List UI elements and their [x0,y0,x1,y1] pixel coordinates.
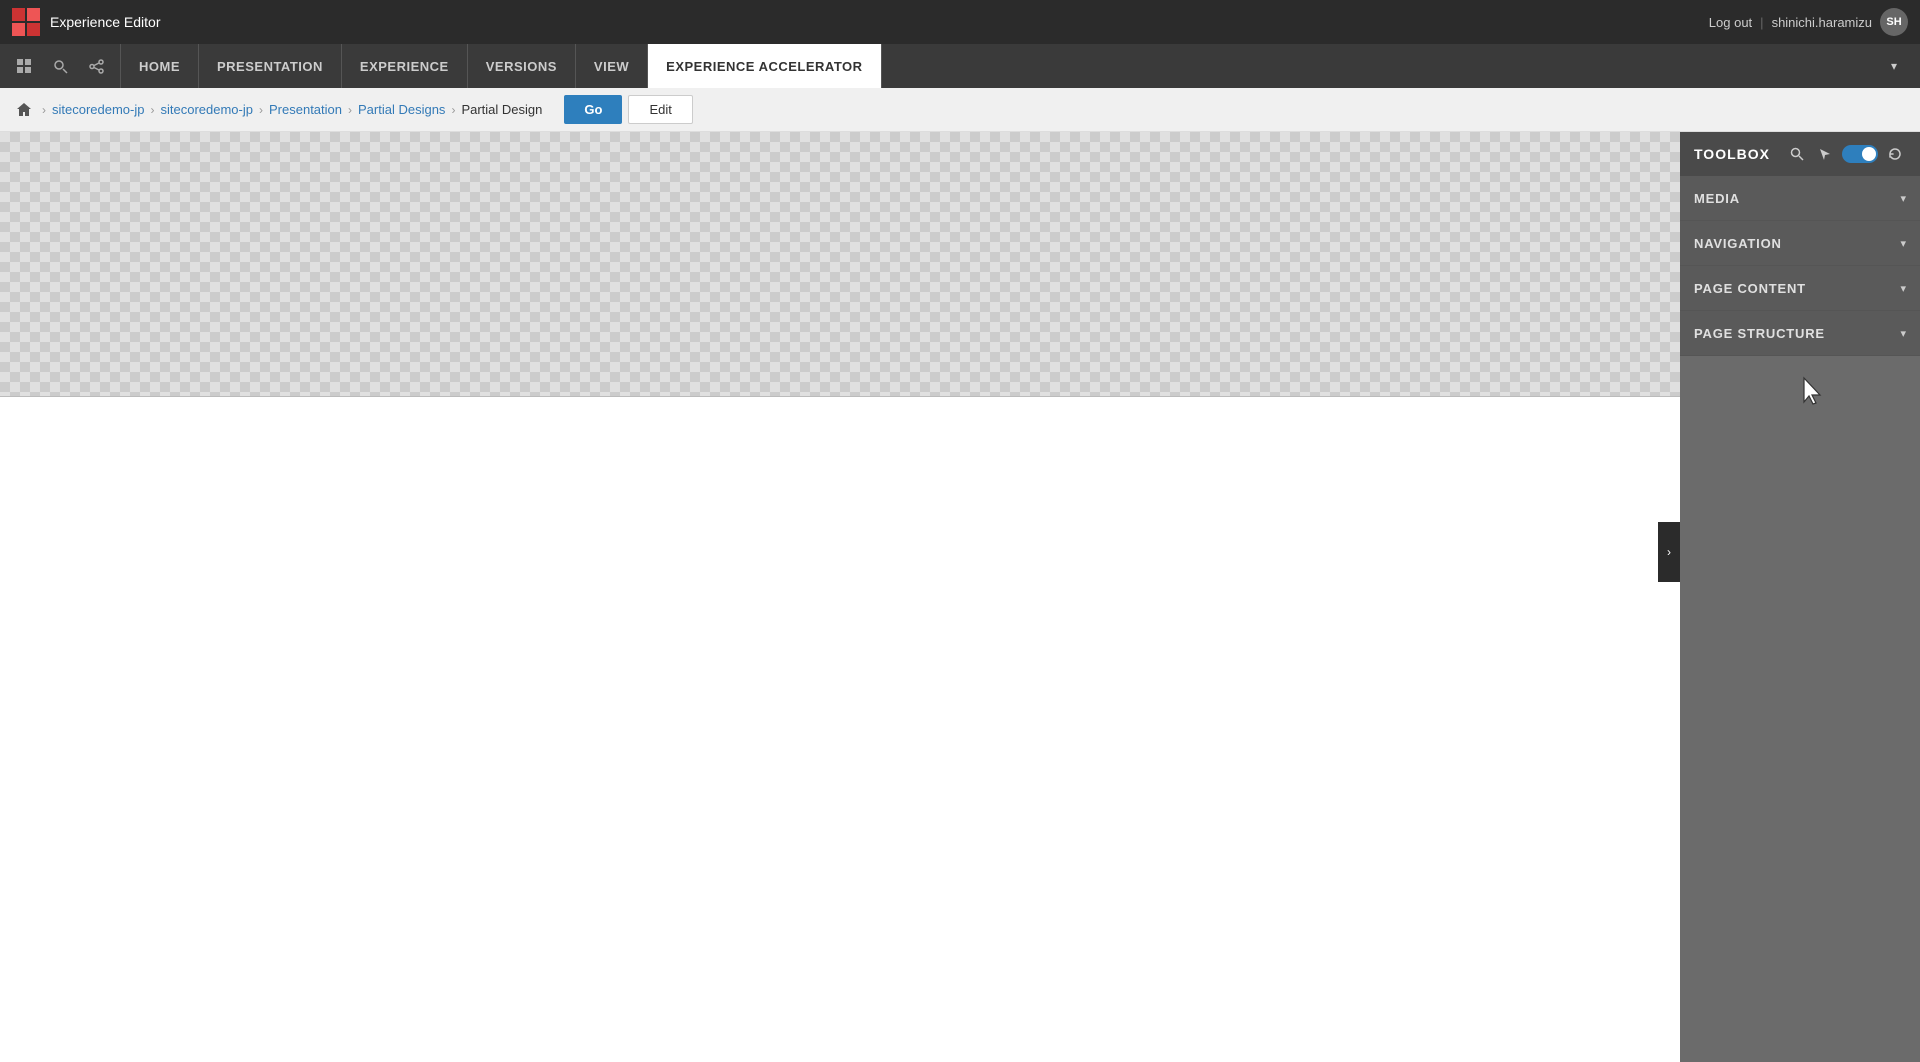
toolbox-navigation-chevron-icon: ▾ [1900,237,1906,250]
sitecore-logo [12,8,40,36]
toolbox-body [1680,356,1920,1062]
breadcrumb-sep-5: › [451,103,455,117]
tab-experience[interactable]: EXPERIENCE [342,44,468,88]
top-bar: Experience Editor Log out | shinichi.har… [0,0,1920,44]
top-bar-left: Experience Editor [12,8,161,36]
toolbox-cursor-icon[interactable] [1814,143,1836,165]
breadcrumb-sep-4: › [348,103,352,117]
toolbox-refresh-icon[interactable] [1884,143,1906,165]
tab-presentation[interactable]: PRESENTATION [199,44,342,88]
logo-cell-1 [12,8,25,21]
toolbox-section-page-structure-label: PAGE STRUCTURE [1694,326,1825,341]
breadcrumb-item-2[interactable]: sitecoredemo-jp [161,102,254,117]
dropdown-chevron-icon: ▾ [1891,59,1897,73]
tab-view[interactable]: VIEW [576,44,648,88]
main-area: › TOOLBOX [0,132,1920,1062]
toolbox-section-page-content: PAGE CONTENT ▾ [1680,266,1920,311]
toolbox-section-navigation-label: NAVIGATION [1694,236,1782,251]
breadcrumb-bar: › sitecoredemo-jp › sitecoredemo-jp › Pr… [0,88,1920,132]
user-avatar[interactable]: SH [1880,8,1908,36]
collapse-sidebar-button[interactable]: › [1658,522,1680,582]
search-icon[interactable] [44,50,76,82]
username-text: shinichi.haramizu [1772,15,1872,30]
logo-cell-3 [12,23,25,36]
breadcrumb-item-3[interactable]: Presentation [269,102,342,117]
top-bar-right: Log out | shinichi.haramizu SH [1709,8,1908,36]
toolbox-title: TOOLBOX [1694,146,1770,162]
breadcrumb-sep-3: › [259,103,263,117]
toolbox-section-media: MEDIA ▾ [1680,176,1920,221]
breadcrumb-item-4[interactable]: Partial Designs [358,102,445,117]
nav-icons [8,50,112,82]
app-title: Experience Editor [50,14,161,30]
logo-cell-4 [27,23,40,36]
toolbox-section-navigation-header[interactable]: NAVIGATION ▾ [1680,221,1920,265]
edit-button[interactable]: Edit [628,95,692,124]
canvas-white-zone [0,397,1680,1018]
toolbox-section-page-content-label: PAGE CONTENT [1694,281,1806,296]
breadcrumb-item-current: Partial Design [461,102,542,117]
toolbox-section-media-header[interactable]: MEDIA ▾ [1680,176,1920,220]
share-icon[interactable] [80,50,112,82]
toolbox-page-content-chevron-icon: ▾ [1900,282,1906,295]
toolbox-section-media-label: MEDIA [1694,191,1740,206]
nav-bar: HOME PRESENTATION EXPERIENCE VERSIONS VI… [0,44,1920,88]
toolbox-section-page-structure-header[interactable]: PAGE STRUCTURE ▾ [1680,311,1920,355]
toolbox-page-structure-chevron-icon: ▾ [1900,327,1906,340]
toolbox-search-icon[interactable] [1786,143,1808,165]
toolbox-section-page-content-header[interactable]: PAGE CONTENT ▾ [1680,266,1920,310]
nav-tabs: HOME PRESENTATION EXPERIENCE VERSIONS VI… [120,44,882,88]
breadcrumb-sep-2: › [151,103,155,117]
tab-versions[interactable]: VERSIONS [468,44,576,88]
collapse-chevron-icon: › [1667,545,1671,559]
toolbox-panel: TOOLBOX [1680,132,1920,1062]
canvas-area: › [0,132,1680,1062]
grid-icon[interactable] [8,50,40,82]
canvas-checkered-zone [0,132,1680,397]
cursor-visual [1800,376,1824,413]
toolbox-header-icons [1786,143,1906,165]
toolbox-section-navigation: NAVIGATION ▾ [1680,221,1920,266]
tab-experience-accelerator[interactable]: EXPERIENCE ACCELERATOR [648,44,881,88]
toolbox-section-page-structure: PAGE STRUCTURE ▾ [1680,311,1920,356]
toolbox-media-chevron-icon: ▾ [1900,192,1906,205]
breadcrumb-actions: Go Edit [564,95,692,124]
separator: | [1760,15,1763,30]
logo-cell-2 [27,8,40,21]
breadcrumb-home-icon[interactable] [12,98,36,122]
breadcrumb-item-1[interactable]: sitecoredemo-jp [52,102,145,117]
toolbox-toggle-switch[interactable] [1842,145,1878,163]
toolbox-header: TOOLBOX [1680,132,1920,176]
logout-link[interactable]: Log out [1709,15,1752,30]
nav-dropdown-arrow[interactable]: ▾ [1876,44,1912,88]
go-button[interactable]: Go [564,95,622,124]
tab-home[interactable]: HOME [120,44,199,88]
breadcrumb-sep-1: › [42,103,46,117]
toggle-knob [1862,147,1876,161]
